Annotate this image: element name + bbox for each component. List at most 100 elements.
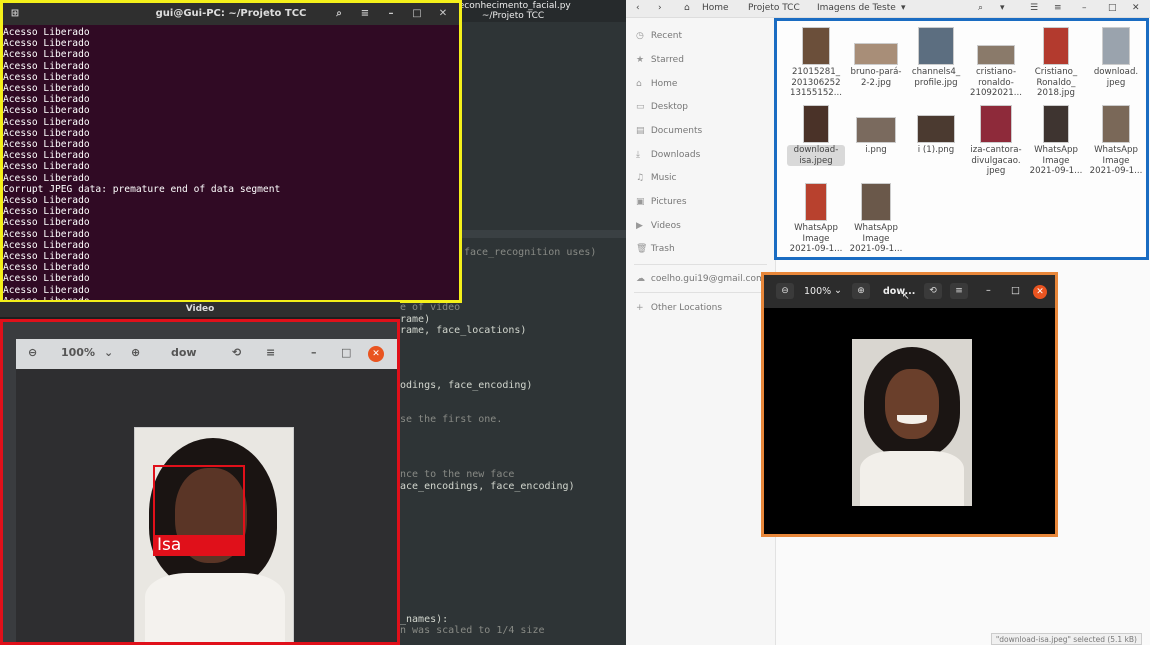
maximize-icon[interactable]: □ [1011, 285, 1020, 296]
terminal-line: Acesso Liberado [3, 251, 90, 263]
music-icon: ♫ [636, 173, 645, 183]
maximize-icon[interactable]: □ [409, 6, 425, 22]
file-item[interactable]: Cristiano_ Ronaldo_ 2018.jpg [1027, 27, 1085, 99]
rotate-icon[interactable]: ⟲ [924, 283, 942, 299]
back-icon[interactable]: ‹ [636, 3, 640, 13]
image-thumbnail [1102, 105, 1130, 143]
file-item[interactable]: WhatsApp Image 2021-09-1... [1027, 105, 1085, 177]
face-label: Isa [153, 535, 245, 556]
code-line: nce to the new face [400, 469, 515, 480]
sidebar-label: Videos [650, 221, 681, 231]
sidebar-label: Recent [650, 31, 682, 41]
sidebar-item-recent[interactable]: ◷ Recent [636, 28, 682, 44]
image-thumbnail [1043, 105, 1069, 143]
sidebar-item-pictures[interactable]: ▣ Pictures [636, 194, 687, 210]
image-thumbnail [802, 27, 830, 65]
sidebar-item-music[interactable]: ♫ Music [636, 170, 676, 186]
image-thumbnail [918, 27, 954, 65]
zoom-out-icon[interactable]: ⊖ [776, 283, 794, 299]
file-item[interactable]: cristiano-ronaldo- 21092021... [967, 27, 1025, 99]
image-thumbnail [977, 45, 1015, 65]
file-item[interactable]: iza-cantora-divulgacao. jpeg [967, 105, 1025, 177]
file-name-line: channels4_ [911, 67, 961, 77]
maximize-icon[interactable]: □ [1108, 3, 1117, 13]
sidebar-item-downloads[interactable]: ⤓ Downloads [636, 147, 700, 163]
zoom-in-icon[interactable]: ⊕ [852, 283, 870, 299]
file-name-line: 2021-09-1... [849, 244, 903, 254]
file-item[interactable]: bruno-pará- 2-2.jpg [847, 27, 905, 88]
terminal-output[interactable]: Acesso Liberado Acesso Liberado Acesso Lib… [3, 25, 459, 300]
file-item[interactable]: 21015281_ 201306252 13155152... [787, 27, 845, 99]
terminal-line: Acesso Liberado [3, 296, 459, 300]
view-options-icon[interactable]: ▾ [1000, 3, 1005, 13]
file-name: WhatsApp Image 2021-09-1... [1027, 145, 1085, 177]
menu-icon[interactable]: ≡ [950, 283, 968, 299]
code-line: face_recognition uses) [464, 247, 597, 258]
close-icon[interactable]: ✕ [435, 6, 451, 22]
captured-viewer-toolbar: ⊖ 100% ⌄ ⊕ dow ⟲ ≡ – □ ✕ [16, 339, 397, 369]
image-thumbnail [980, 105, 1012, 143]
clock-icon: ◷ [636, 31, 644, 41]
file-name-line: 2-2.jpg [860, 77, 892, 88]
file-item[interactable]: WhatsApp Image 2021-09-1... [787, 183, 845, 255]
sidebar-item-other-locations[interactable]: + Other Locations [636, 300, 722, 316]
menu-icon[interactable]: ≡ [1054, 3, 1062, 13]
cloud-icon: ☁ [636, 274, 645, 284]
file-item[interactable]: WhatsApp Image 2021-09-1... [1087, 105, 1145, 177]
search-icon[interactable]: ⌕ [978, 3, 983, 13]
breadcrumb-dropdown-icon[interactable]: ▾ [901, 3, 906, 13]
file-name: iza-cantora-divulgacao. jpeg [967, 145, 1025, 177]
terminal-line: Acesso Liberado [3, 206, 90, 218]
sidebar-item-starred[interactable]: ★ Starred [636, 52, 684, 68]
terminal-window[interactable]: ⊞ gui@Gui-PC: ~/Projeto TCC ⌕ ≡ – □ ✕ Ac… [0, 0, 462, 303]
image-viewer-window[interactable]: ⊖ 100% ⌄ ⊕ dow... ↖ ⟲ ≡ – □ ✕ [761, 272, 1058, 537]
sidebar-divider [634, 292, 767, 293]
file-name-line: iza-cantora- [970, 145, 1022, 155]
file-name-line: 2018.jpg [1037, 88, 1075, 98]
menu-icon[interactable]: ≡ [357, 6, 373, 22]
sidebar-divider [634, 264, 767, 265]
sidebar-item-videos[interactable]: ▶ Videos [636, 218, 681, 234]
file-item[interactable]: WhatsApp Image 2021-09-1... [847, 183, 905, 255]
minimize-icon[interactable]: – [1082, 3, 1087, 13]
zoom-level[interactable]: 100% [804, 286, 831, 297]
breadcrumb-home[interactable]: Home [702, 3, 729, 13]
video-window[interactable]: Video ⊖ 100% ⌄ ⊕ dow ⟲ ≡ – □ ✕ Isa [0, 302, 400, 645]
sidebar-item-desktop[interactable]: ▭ Desktop [636, 99, 688, 115]
forward-icon[interactable]: › [658, 3, 662, 13]
sidebar-item-account[interactable]: ☁ coelho.gui19@gmail.com [636, 271, 765, 287]
file-item[interactable]: download. jpeg [1087, 27, 1145, 88]
breadcrumb-imagens[interactable]: Imagens de Teste [817, 3, 896, 13]
code-line: ace_encodings, face_encoding) [400, 481, 575, 492]
breadcrumb-projeto[interactable]: Projeto TCC [748, 3, 800, 13]
list-view-icon[interactable]: ☰ [1030, 3, 1038, 13]
close-icon[interactable]: ✕ [1033, 285, 1047, 299]
file-item[interactable]: i.png [847, 105, 905, 156]
terminal-line: Acesso Liberado [3, 172, 90, 184]
minimize-icon[interactable]: – [986, 285, 991, 296]
sidebar-item-documents[interactable]: ▤ Documents [636, 123, 702, 139]
zoom-in-icon: ⊕ [131, 346, 141, 359]
terminal-line: Acesso Liberado [3, 284, 90, 296]
file-name-line: WhatsApp [1094, 145, 1138, 155]
search-icon[interactable]: ⌕ [331, 6, 347, 22]
file-item[interactable]: channels4_ profile.jpg [907, 27, 965, 88]
file-name-line: 2021-09-1... [789, 244, 843, 254]
displayed-image [852, 339, 972, 506]
terminal-line: Acesso Liberado [3, 217, 90, 229]
home-icon[interactable]: ⌂ [684, 3, 690, 13]
file-name: i (1).png [907, 145, 965, 156]
file-item[interactable]: i (1).png [907, 105, 965, 156]
sidebar-item-home[interactable]: ⌂ Home [636, 76, 677, 92]
terminal-line: Acesso Liberado [3, 273, 90, 285]
chevron-down-icon[interactable]: ⌄ [834, 285, 842, 296]
file-name: Cristiano_ Ronaldo_ 2018.jpg [1027, 67, 1085, 99]
code-line: _names): [400, 614, 449, 625]
sidebar-item-trash[interactable]: 🗑 Trash [636, 241, 675, 257]
terminal-line: Acesso Liberado [3, 94, 90, 106]
file-item[interactable]: download-isa.jpeg [787, 105, 845, 166]
minimize-icon[interactable]: – [383, 6, 399, 22]
sidebar-label: Other Locations [650, 303, 723, 313]
plus-icon: + [636, 303, 644, 313]
close-icon[interactable]: ✕ [1132, 3, 1140, 13]
